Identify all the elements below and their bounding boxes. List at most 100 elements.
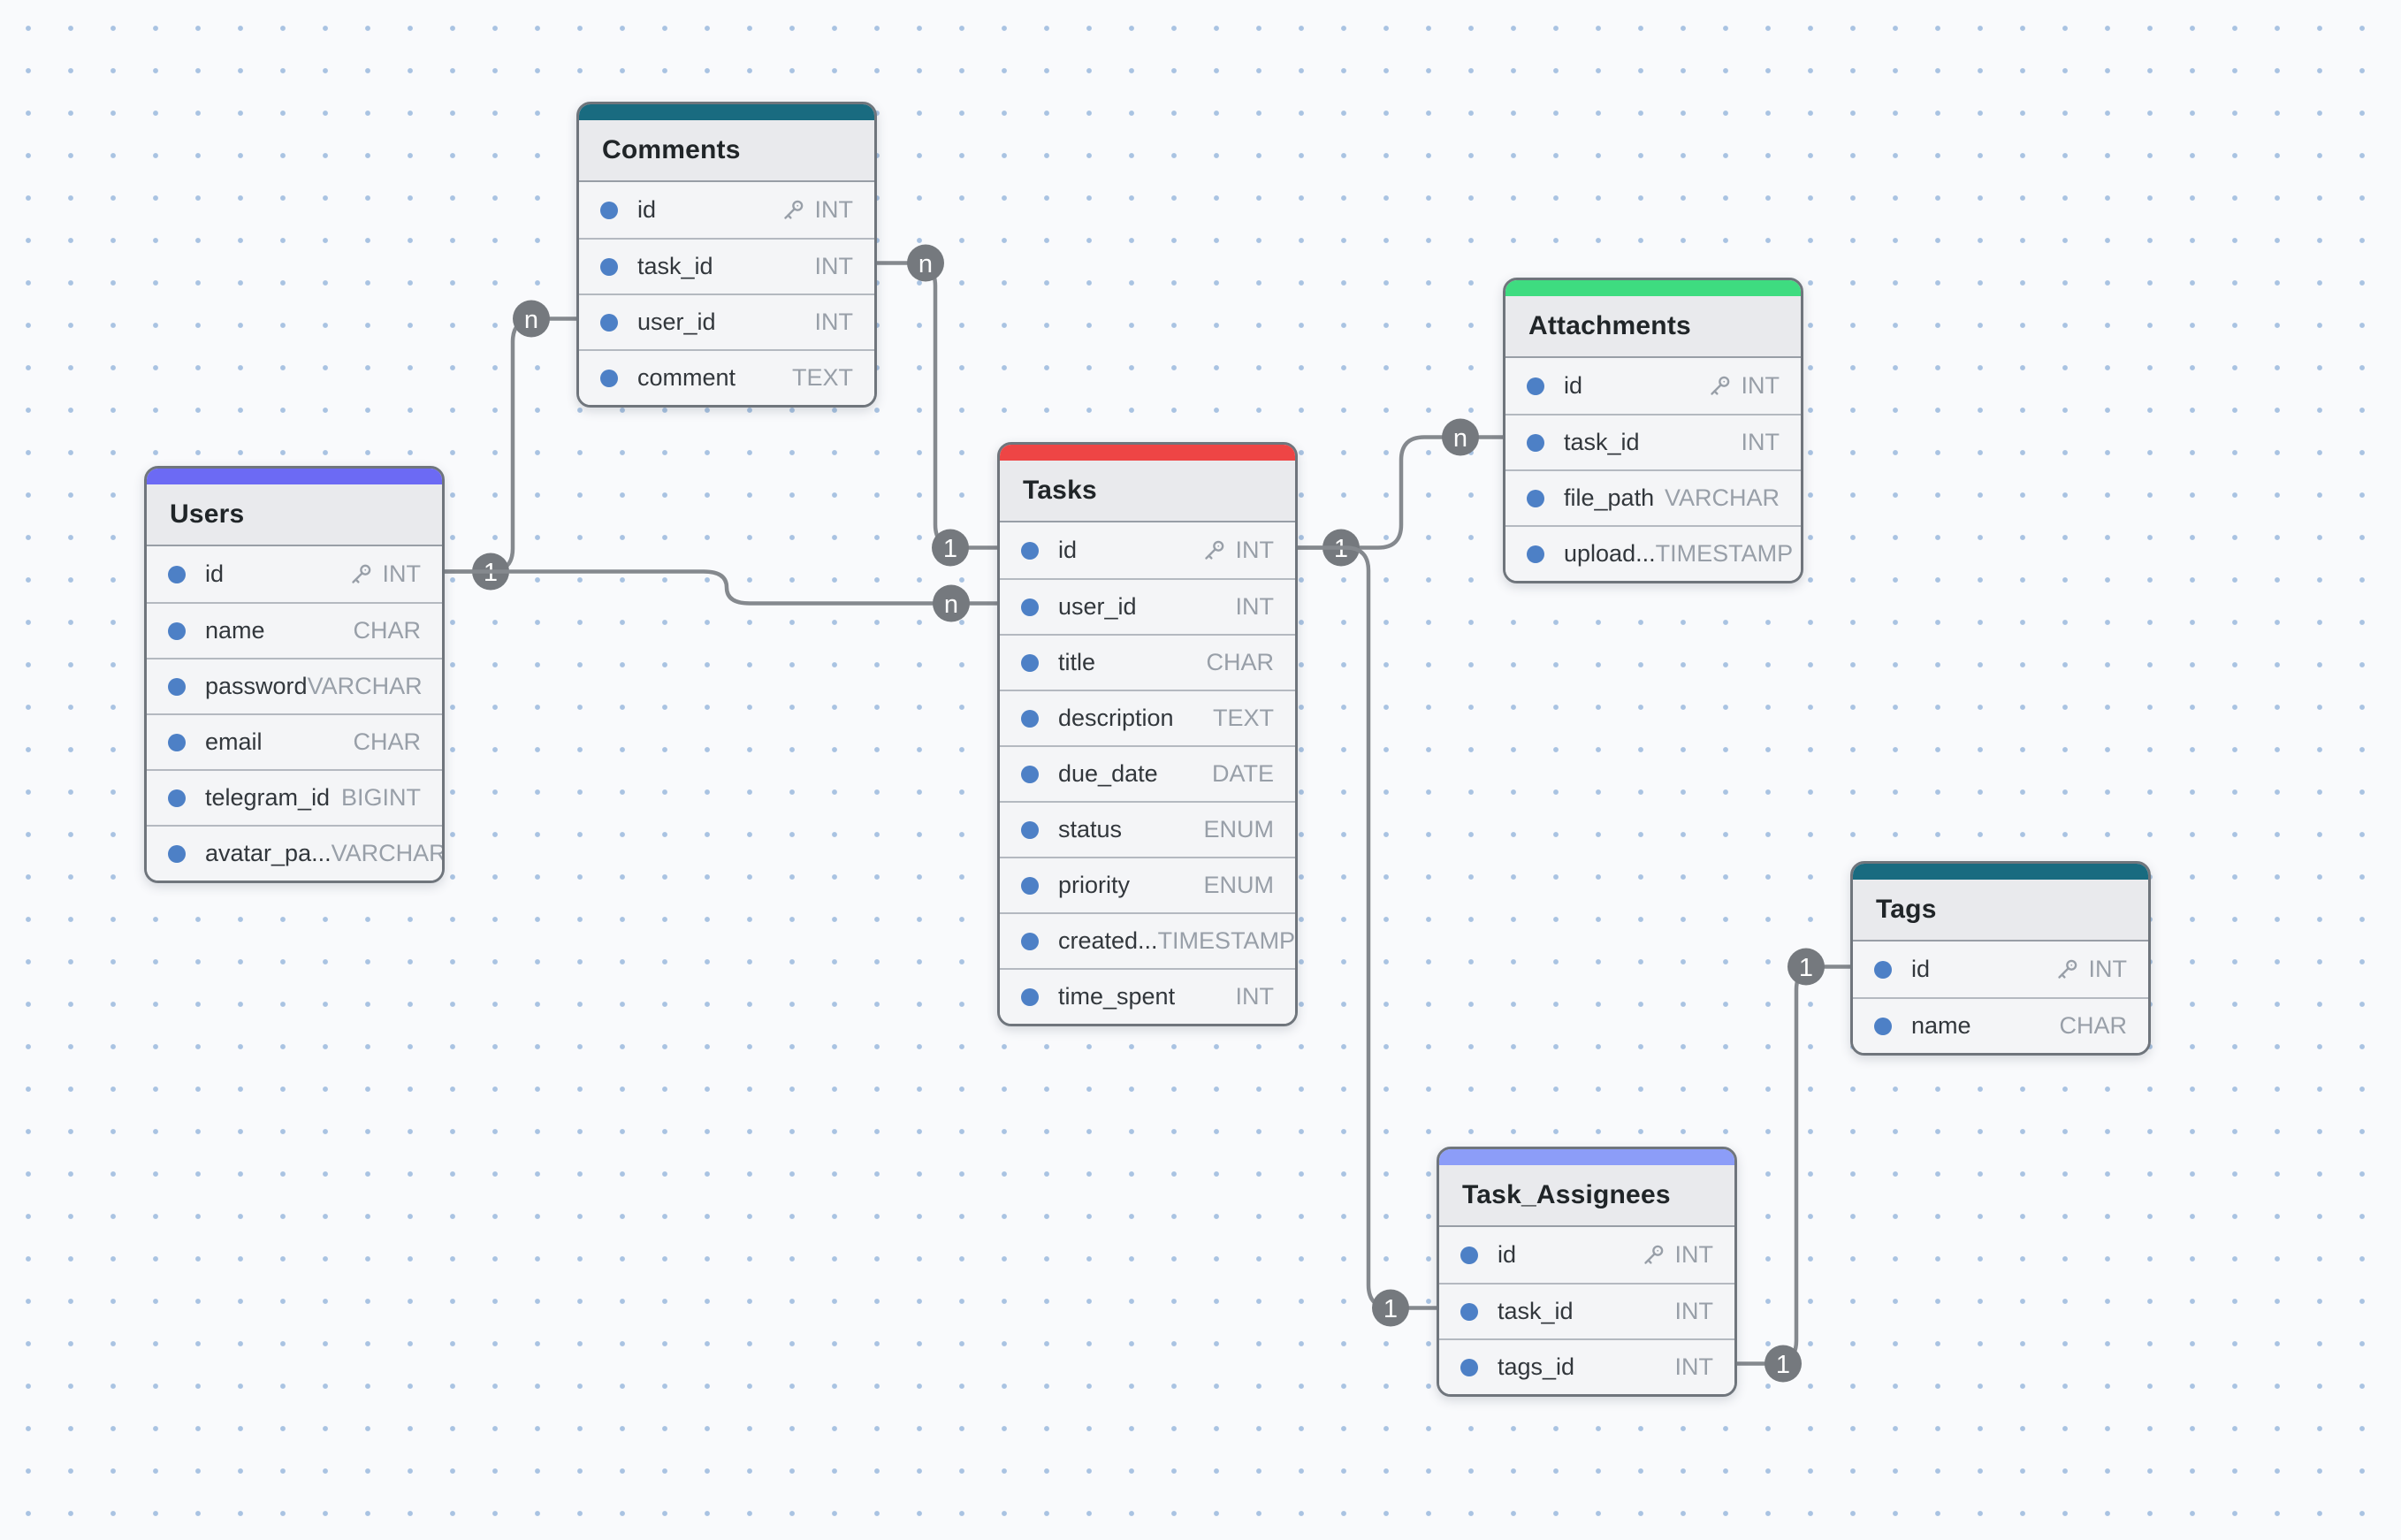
table-title: Comments xyxy=(579,120,874,182)
field-dot-icon xyxy=(1021,654,1039,672)
field-row-id[interactable]: id INT xyxy=(147,546,442,602)
field-dot-icon xyxy=(600,314,618,332)
field-row-email[interactable]: email CHAR xyxy=(147,713,442,769)
relationship-wire[interactable] xyxy=(877,263,997,548)
field-type-label: VARCHAR xyxy=(332,840,445,867)
cardinality-label: 1 xyxy=(1383,1295,1398,1323)
table-Tags[interactable]: Tags id INT name CHAR xyxy=(1850,861,2151,1056)
field-type-label: INT xyxy=(1742,372,1780,400)
field-row-priority[interactable]: priority ENUM xyxy=(1000,857,1295,912)
field-type-label: INT xyxy=(1675,1241,1714,1269)
field-row-upload[interactable]: upload... TIMESTAMP xyxy=(1505,525,1801,581)
field-dot-icon xyxy=(1527,377,1544,395)
field-type: ENUM xyxy=(1204,872,1275,899)
field-name: task_id xyxy=(1564,429,1640,456)
field-name: description xyxy=(1058,705,1174,732)
field-row-id[interactable]: id INT xyxy=(1853,942,2148,997)
field-type: BIGINT xyxy=(341,784,421,812)
field-row-id[interactable]: id INT xyxy=(1505,358,1801,414)
field-dot-icon xyxy=(600,258,618,276)
field-row-tags_id[interactable]: tags_id INT xyxy=(1439,1338,1734,1394)
field-type: INT xyxy=(1640,1241,1714,1269)
relationship-wire[interactable] xyxy=(1737,967,1850,1364)
relationship-wire[interactable] xyxy=(1298,438,1503,548)
cardinality-label: n xyxy=(524,306,538,334)
relationship-tasks-id-task_assignees-task_id[interactable]: 1 xyxy=(1298,548,1437,1327)
table-Users[interactable]: Users id INT name CHAR password VARCHAR xyxy=(144,466,445,883)
field-row-name[interactable]: name CHAR xyxy=(1853,997,2148,1053)
field-name: telegram_id xyxy=(205,784,330,812)
table-Comments[interactable]: Comments id INT task_id INT user_id INT xyxy=(576,102,877,408)
field-row-task_id[interactable]: task_id INT xyxy=(579,238,874,294)
relationship-tags-id-task_assignees-tags_id[interactable]: 11 xyxy=(1737,949,1850,1383)
table-fields: id INT task_id INT file_path VARCHAR upl… xyxy=(1505,358,1801,581)
field-type-label: TEXT xyxy=(792,364,853,392)
field-row-comment[interactable]: comment TEXT xyxy=(579,349,874,405)
field-name: task_id xyxy=(637,253,713,280)
field-name: id xyxy=(637,196,656,224)
field-row-description[interactable]: description TEXT xyxy=(1000,690,1295,745)
primary-key-icon xyxy=(1706,373,1733,400)
field-name: task_id xyxy=(1498,1298,1574,1325)
primary-key-icon xyxy=(780,197,806,224)
field-row-id[interactable]: id INT xyxy=(579,182,874,238)
field-row-file_path[interactable]: file_path VARCHAR xyxy=(1505,469,1801,525)
field-row-status[interactable]: status ENUM xyxy=(1000,801,1295,857)
field-type-label: DATE xyxy=(1212,760,1274,788)
field-row-due_date[interactable]: due_date DATE xyxy=(1000,745,1295,801)
field-row-user_id[interactable]: user_id INT xyxy=(579,294,874,349)
field-row-name[interactable]: name CHAR xyxy=(147,602,442,658)
field-type-label: INT xyxy=(815,253,854,280)
table-Task_Assignees[interactable]: Task_Assignees id INT task_id INT tags_i… xyxy=(1437,1147,1737,1397)
field-dot-icon xyxy=(1021,933,1039,950)
field-row-avatar_pa[interactable]: avatar_pa... VARCHAR xyxy=(147,825,442,881)
field-type: INT xyxy=(1742,429,1780,456)
diagram-canvas[interactable]: 1nnn11n111 Comments id INT task_id INT u… xyxy=(0,0,2401,1540)
field-type: TIMESTAMP xyxy=(1158,927,1296,955)
field-dot-icon xyxy=(1021,710,1039,728)
table-Attachments[interactable]: Attachments id INT task_id INT file_path… xyxy=(1503,278,1803,583)
field-dot-icon xyxy=(600,202,618,219)
relationship-wire[interactable] xyxy=(445,572,997,604)
field-row-telegram_id[interactable]: telegram_id BIGINT xyxy=(147,769,442,825)
field-row-task_id[interactable]: task_id INT xyxy=(1439,1283,1734,1338)
field-type: INT xyxy=(1236,983,1275,1010)
cardinality-label: n xyxy=(918,250,933,278)
field-type: VARCHAR xyxy=(332,840,445,867)
relationship-users-id-comments-user_id[interactable]: 1n xyxy=(445,301,576,591)
field-row-created[interactable]: created... TIMESTAMP xyxy=(1000,912,1295,968)
field-type: DATE xyxy=(1212,760,1274,788)
table-Tasks[interactable]: Tasks id INT user_id INT title CHAR de xyxy=(997,442,1298,1026)
field-type-label: ENUM xyxy=(1204,872,1275,899)
field-row-title[interactable]: title CHAR xyxy=(1000,634,1295,690)
field-type-label: VARCHAR xyxy=(308,673,423,700)
relationship-tasks-id-attachments-task_id[interactable]: 1n xyxy=(1298,419,1503,567)
field-type-label: CHAR xyxy=(353,728,421,756)
field-name: priority xyxy=(1058,872,1130,899)
relationship-wire[interactable] xyxy=(1298,548,1437,1308)
field-row-password[interactable]: password VARCHAR xyxy=(147,658,442,713)
field-dot-icon xyxy=(1021,766,1039,783)
field-type-label: CHAR xyxy=(2059,1012,2127,1040)
field-type-label: INT xyxy=(1236,593,1275,621)
field-row-id[interactable]: id INT xyxy=(1439,1227,1734,1283)
field-type-label: TIMESTAMP xyxy=(1656,540,1794,568)
field-dot-icon xyxy=(168,622,186,640)
field-type-label: BIGINT xyxy=(341,784,421,812)
field-dot-icon xyxy=(1527,490,1544,507)
table-fields: id INT user_id INT title CHAR descriptio… xyxy=(1000,522,1295,1024)
field-row-task_id[interactable]: task_id INT xyxy=(1505,414,1801,469)
field-dot-icon xyxy=(168,566,186,583)
field-type: CHAR xyxy=(1206,649,1274,676)
field-row-time_spent[interactable]: time_spent INT xyxy=(1000,968,1295,1024)
cardinality-label: 1 xyxy=(1799,954,1813,982)
relationship-wire[interactable] xyxy=(445,319,576,572)
table-fields: id INT name CHAR password VARCHAR email xyxy=(147,546,442,881)
field-row-user_id[interactable]: user_id INT xyxy=(1000,578,1295,634)
field-row-id[interactable]: id INT xyxy=(1000,522,1295,578)
field-name: id xyxy=(1911,956,1930,983)
relationship-users-id-tasks-user_id[interactable]: n xyxy=(445,572,997,622)
relationship-comments-task_id-tasks-id[interactable]: n1 xyxy=(877,245,997,567)
field-type: INT xyxy=(780,196,854,224)
field-name: upload... xyxy=(1564,540,1656,568)
